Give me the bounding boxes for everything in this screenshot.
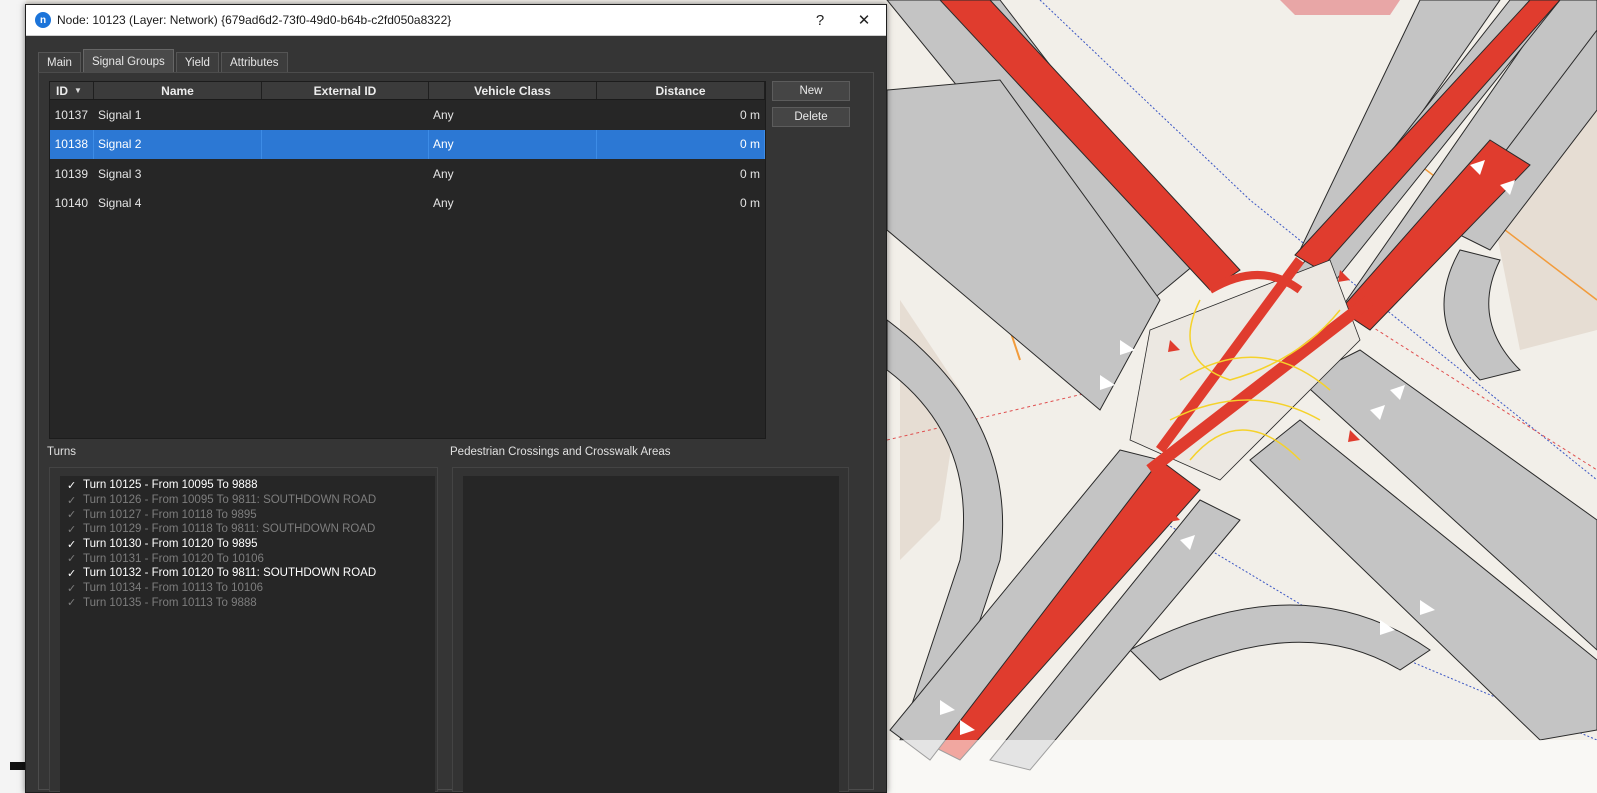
new-button[interactable]: New (772, 81, 850, 101)
pedestrian-group (452, 467, 849, 793)
cell-id: 10140 (54, 196, 88, 211)
table-row-selected[interactable]: 10138 Signal 2 Any 0 m (50, 129, 765, 159)
taskbar-fragment (10, 762, 26, 770)
turn-label: Turn 10127 - From 10118 To 9895 (83, 508, 257, 521)
cell-external-id (262, 129, 429, 159)
turn-label: Turn 10125 - From 10095 To 9888 (83, 479, 258, 492)
turn-item[interactable]: ✓ Turn 10134 - From 10113 To 10106 (60, 581, 435, 596)
app-icon: n (35, 12, 51, 28)
cell-name: Signal 3 (98, 166, 142, 181)
checkmark-icon[interactable]: ✓ (67, 567, 83, 580)
turn-label: Turn 10131 - From 10120 To 10106 (83, 552, 264, 565)
column-header-external-id[interactable]: External ID (262, 82, 429, 99)
cell-distance: 0 m (739, 166, 760, 181)
cell-external-id (262, 100, 429, 130)
tab-main[interactable]: Main (38, 52, 81, 73)
cell-vehicle-class: Any (433, 166, 454, 181)
turn-item[interactable]: ✓ Turn 10132 - From 10120 To 9811: SOUTHD… (60, 566, 435, 581)
turn-item[interactable]: ✓ Turn 10135 - From 10113 To 9888 (60, 596, 435, 611)
map-overlay-fade (887, 740, 1597, 793)
column-header-id[interactable]: ID ▼ (50, 82, 94, 99)
table-row[interactable]: 10140 Signal 4 Any 0 m (50, 189, 765, 219)
turns-label: Turns (47, 446, 76, 458)
cell-external-id (262, 189, 429, 219)
checkmark-icon[interactable]: ✓ (67, 523, 83, 536)
cell-distance: 0 m (739, 107, 760, 122)
column-header-vehicle-class[interactable]: Vehicle Class (429, 82, 597, 99)
turn-label: Turn 10130 - From 10120 To 9895 (83, 538, 258, 551)
cell-name: Signal 4 (98, 196, 142, 211)
checkmark-icon[interactable]: ✓ (67, 582, 83, 595)
cell-id: 10138 (50, 129, 94, 159)
pedestrian-crossings-list[interactable] (463, 476, 839, 793)
sort-desc-icon: ▼ (74, 86, 82, 95)
cell-id: 10139 (54, 166, 88, 181)
tab-attributes[interactable]: Attributes (220, 52, 288, 73)
checkmark-icon[interactable]: ✓ (67, 596, 83, 609)
screen: { "dialog": { "title": "Node: 10123 (Lay… (0, 0, 1597, 793)
tab-yield[interactable]: Yield (175, 52, 219, 73)
turn-item[interactable]: ✓ Turn 10126 - From 10095 To 9811: SOUTHD… (60, 493, 435, 508)
turn-label: Turn 10132 - From 10120 To 9811: SOUTHDO… (83, 567, 377, 580)
checkmark-icon[interactable]: ✓ (67, 538, 83, 551)
turn-item[interactable]: ✓ Turn 10125 - From 10095 To 9888 (60, 478, 435, 493)
node-properties-dialog: n Node: 10123 (Layer: Network) {679ad6d2… (25, 4, 887, 793)
checkmark-icon[interactable]: ✓ (67, 552, 83, 565)
turn-item[interactable]: ✓ Turn 10130 - From 10120 To 9895 (60, 537, 435, 552)
help-button[interactable]: ? (798, 5, 842, 35)
delete-button[interactable]: Delete (772, 107, 850, 127)
signal-groups-table[interactable]: ID ▼ Name External ID Vehicle Class Dist… (49, 81, 766, 439)
cell-vehicle-class: Any (433, 107, 454, 122)
tab-bar: Main Signal Groups Yield Attributes (38, 49, 290, 73)
cell-name: Signal 1 (98, 107, 142, 122)
table-row[interactable]: 10137 Signal 1 Any 0 m (50, 100, 765, 130)
table-row[interactable]: 10139 Signal 3 Any 0 m (50, 159, 765, 189)
cell-distance: 0 m (597, 129, 765, 159)
cell-vehicle-class: Any (429, 129, 597, 159)
tab-signal-groups[interactable]: Signal Groups (82, 49, 174, 73)
turn-label: Turn 10126 - From 10095 To 9811: SOUTHDO… (83, 494, 377, 507)
column-header-id-label: ID (56, 83, 69, 98)
cell-distance: 0 m (739, 196, 760, 211)
turns-group: ✓ Turn 10125 - From 10095 To 9888 ✓ Turn 10… (49, 467, 438, 793)
turn-item[interactable]: ✓ Turn 10131 - From 10120 To 10106 (60, 551, 435, 566)
tab-content: ID ▼ Name External ID Vehicle Class Dist… (38, 72, 874, 793)
turn-item[interactable]: ✓ Turn 10129 - From 10118 To 9811: SOUTHD… (60, 522, 435, 537)
pedestrian-label: Pedestrian Crossings and Crosswalk Areas (450, 446, 671, 458)
close-button[interactable]: ✕ (842, 5, 886, 35)
turn-label: Turn 10134 - From 10113 To 10106 (83, 582, 264, 595)
turns-list[interactable]: ✓ Turn 10125 - From 10095 To 9888 ✓ Turn 10… (60, 476, 435, 793)
cell-vehicle-class: Any (433, 196, 454, 211)
checkmark-icon[interactable]: ✓ (67, 508, 83, 521)
checkmark-icon[interactable]: ✓ (67, 494, 83, 507)
column-header-distance[interactable]: Distance (597, 82, 765, 99)
turn-label: Turn 10135 - From 10113 To 9888 (83, 596, 257, 609)
cell-external-id (262, 159, 429, 189)
dialog-titlebar[interactable]: n Node: 10123 (Layer: Network) {679ad6d2… (26, 5, 886, 36)
desktop-edge (0, 0, 26, 793)
turn-item[interactable]: ✓ Turn 10127 - From 10118 To 9895 (60, 507, 435, 522)
turn-label: Turn 10129 - From 10118 To 9811: SOUTHDO… (83, 523, 376, 536)
cell-id: 10137 (54, 107, 88, 122)
cell-name: Signal 2 (94, 129, 262, 159)
column-header-name[interactable]: Name (94, 82, 262, 99)
checkmark-icon[interactable]: ✓ (67, 479, 83, 492)
table-header: ID ▼ Name External ID Vehicle Class Dist… (50, 82, 765, 100)
dialog-title: Node: 10123 (Layer: Network) {679ad6d2-7… (57, 13, 452, 27)
